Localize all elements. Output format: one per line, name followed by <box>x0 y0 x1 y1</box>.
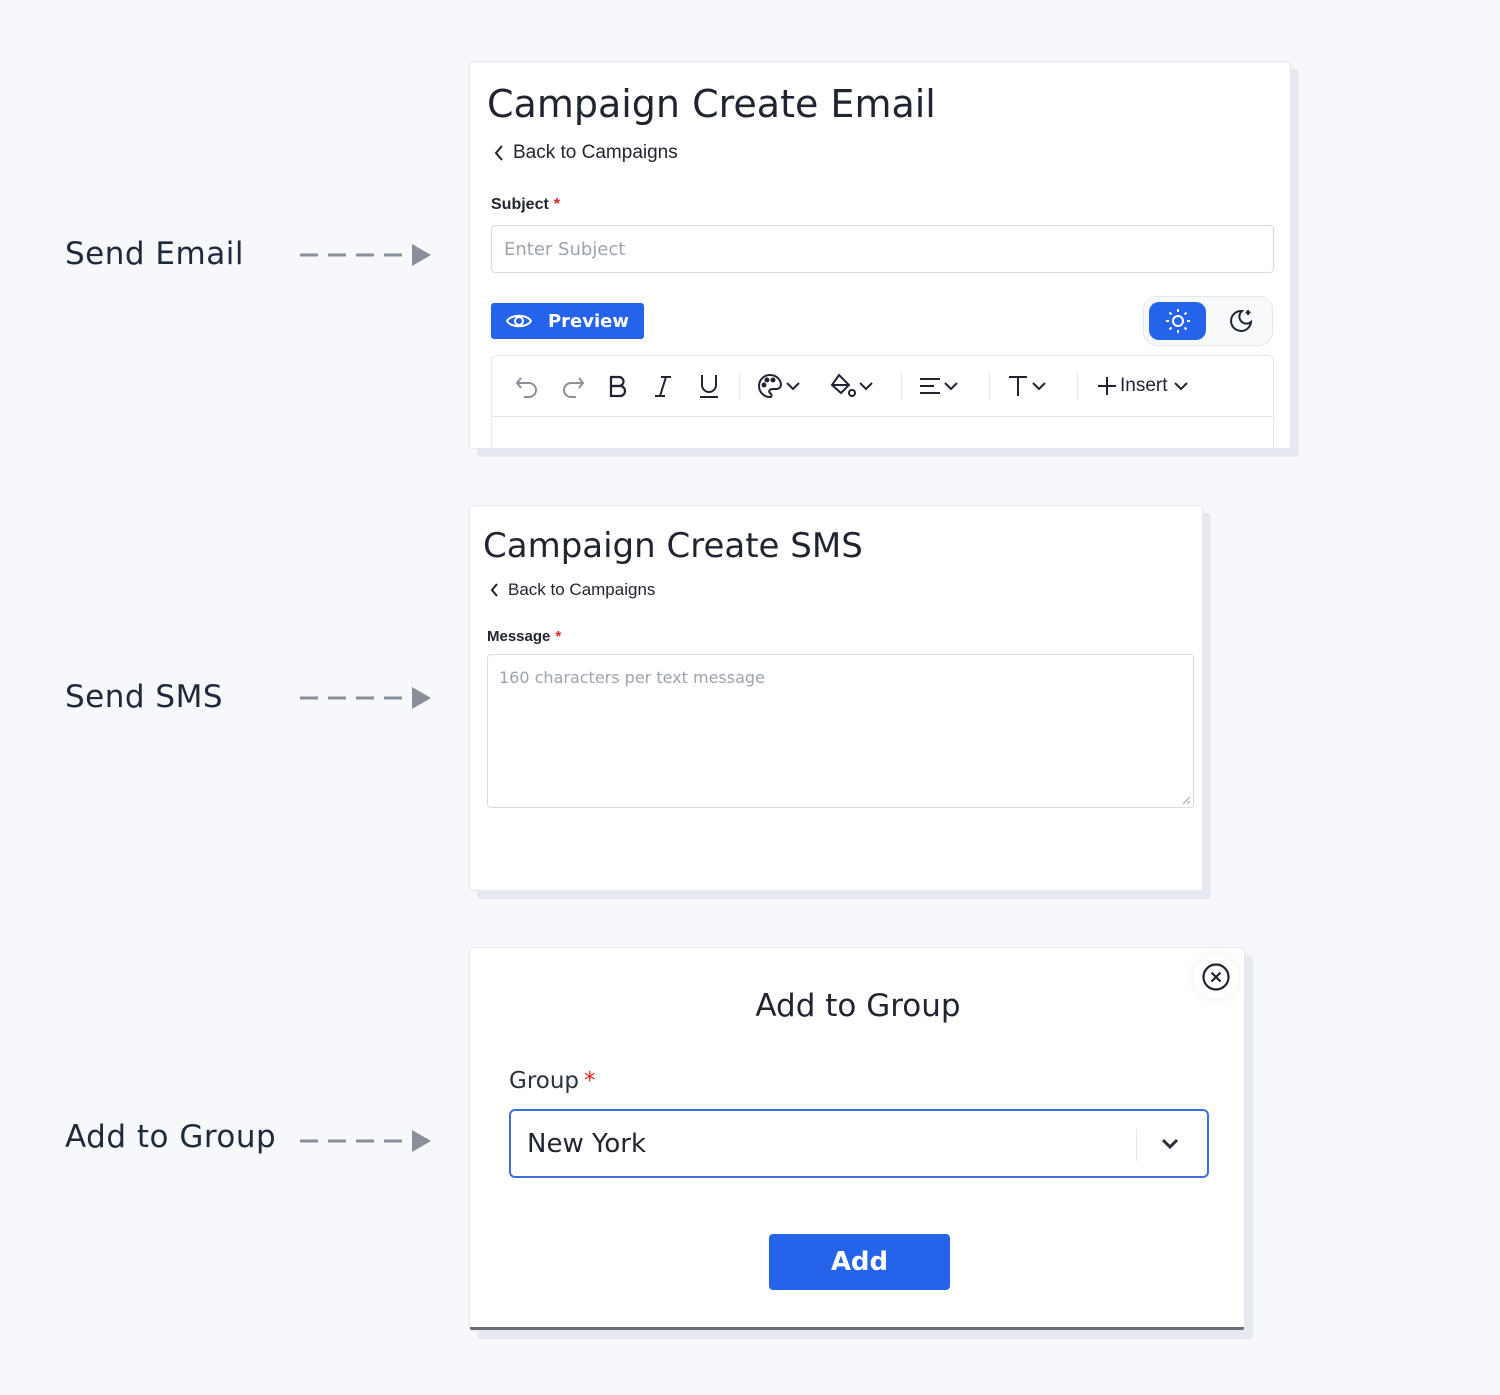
italic-icon <box>655 376 671 397</box>
campaign-sms-card: Campaign Create SMS Back to Campaigns Me… <box>469 505 1203 891</box>
toolbar-divider <box>901 372 902 400</box>
back-link-label: Back to Campaigns <box>508 580 656 599</box>
back-to-campaigns-link[interactable]: Back to Campaigns <box>493 142 678 164</box>
bold-icon <box>609 375 627 398</box>
modal-title: Add to Group <box>755 988 961 1024</box>
preview-button[interactable]: Preview <box>491 303 644 339</box>
chevron-down-icon <box>1032 382 1046 391</box>
text-format-icon <box>1009 376 1027 396</box>
back-to-campaigns-link[interactable]: Back to Campaigns <box>489 580 655 600</box>
align-icon <box>920 378 940 394</box>
select-divider <box>1136 1129 1137 1161</box>
eye-icon <box>505 314 532 328</box>
subject-input[interactable]: Enter Subject <box>491 225 1274 273</box>
page-title: Campaign Create Email <box>487 82 936 126</box>
plus-icon <box>1098 377 1116 395</box>
bold-button[interactable] <box>607 372 629 400</box>
toolbar-row: Insert <box>492 356 1273 417</box>
row-label-send-email: Send Email <box>65 236 244 272</box>
add-button[interactable]: Add <box>769 1234 950 1290</box>
required-mark: * <box>555 628 562 645</box>
group-select[interactable]: New York <box>509 1109 1209 1178</box>
subject-label: Subject * <box>491 196 561 213</box>
message-textarea[interactable]: 160 characters per text message <box>487 654 1194 808</box>
bottom-edge <box>470 1327 1244 1330</box>
dashed-arrow-icon <box>300 244 431 266</box>
insert-dropdown[interactable]: Insert <box>1096 372 1190 400</box>
resize-handle-icon[interactable] <box>1181 795 1191 805</box>
sun-icon <box>1165 309 1190 333</box>
palette-icon <box>758 373 783 399</box>
toolbar-divider <box>989 372 990 400</box>
row-label-send-sms: Send SMS <box>65 679 224 715</box>
add-label: Add <box>830 1247 889 1277</box>
undo-icon <box>515 377 537 398</box>
group-label: Group * <box>509 1068 596 1094</box>
editor-toolbar: Insert <box>491 355 1274 448</box>
chevron-down-icon <box>944 382 958 391</box>
close-icon <box>1202 963 1230 991</box>
text-format-dropdown[interactable] <box>1006 372 1048 400</box>
close-button[interactable] <box>1194 955 1238 999</box>
chevron-left-icon <box>494 145 503 161</box>
chevron-down-icon <box>786 382 800 391</box>
moon-icon <box>1230 309 1253 332</box>
dashed-arrow-icon <box>300 687 431 709</box>
align-dropdown[interactable] <box>918 372 960 400</box>
fill-icon <box>830 373 856 397</box>
chevron-down-icon <box>859 382 873 391</box>
back-link-label: Back to Campaigns <box>513 142 678 163</box>
page-title: Campaign Create SMS <box>483 526 863 566</box>
required-mark: * <box>584 1068 596 1094</box>
underline-button[interactable] <box>697 372 721 400</box>
dark-theme-button[interactable] <box>1216 302 1266 340</box>
message-label: Message * <box>487 628 562 645</box>
undo-button[interactable] <box>514 372 540 400</box>
redo-button[interactable] <box>560 372 586 400</box>
add-to-group-modal: Add to Group Group * New York Add <box>469 947 1245 1331</box>
fill-color-dropdown[interactable] <box>829 372 875 400</box>
subject-placeholder: Enter Subject <box>504 238 626 260</box>
light-theme-button[interactable] <box>1149 302 1206 340</box>
row-label-add-to-group: Add to Group <box>65 1119 277 1155</box>
group-select-value: New York <box>527 1128 647 1159</box>
toolbar-divider <box>739 372 740 400</box>
chevron-left-icon <box>490 583 498 597</box>
text-color-dropdown[interactable] <box>756 372 802 400</box>
campaign-email-card: Campaign Create Email Back to Campaigns … <box>469 61 1291 449</box>
insert-label: Insert <box>1120 375 1168 396</box>
required-mark: * <box>553 196 561 213</box>
redo-icon <box>563 377 585 398</box>
toolbar-divider <box>1077 372 1078 400</box>
theme-toggle <box>1143 296 1273 346</box>
dashed-arrow-icon <box>300 1130 431 1152</box>
preview-label: Preview <box>547 310 630 332</box>
chevron-down-icon <box>1173 382 1188 391</box>
underline-icon <box>700 375 718 398</box>
italic-button[interactable] <box>652 372 674 400</box>
chevron-down-icon[interactable] <box>1159 1135 1181 1153</box>
message-placeholder: 160 characters per text message <box>499 668 765 687</box>
